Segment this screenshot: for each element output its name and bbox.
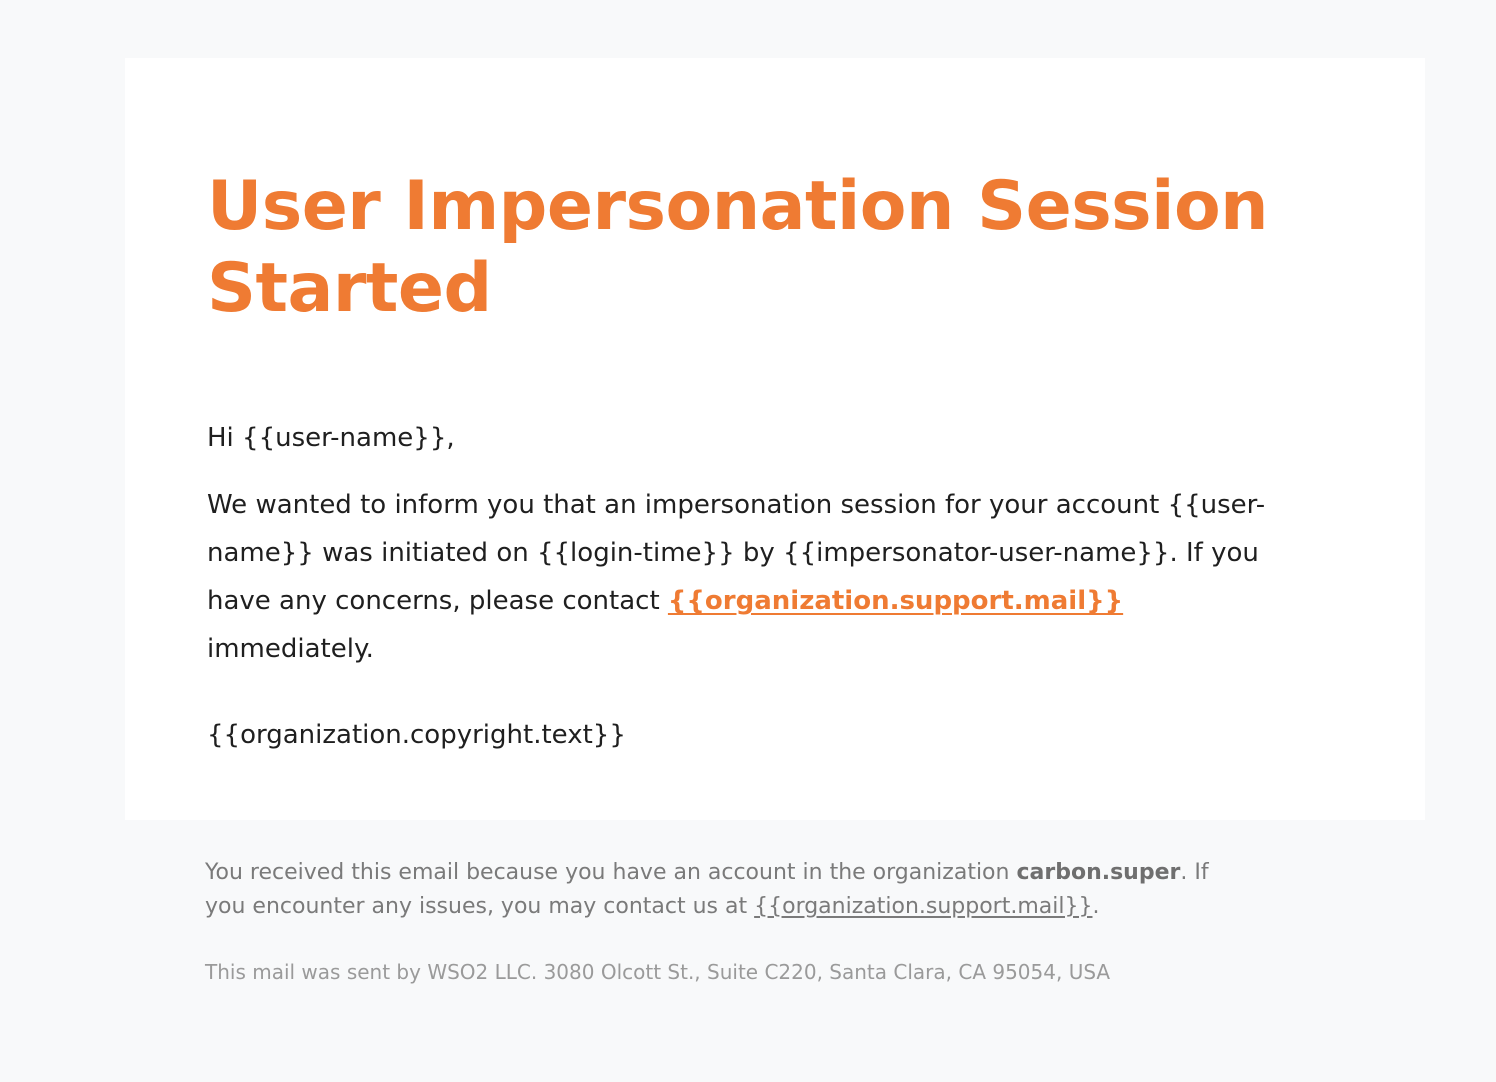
body-line-3-text: have any concerns, please contact (207, 586, 668, 616)
email-card: User Impersonation Session Started Hi {{… (125, 58, 1425, 820)
footer-support-mail-link[interactable]: {{organization.support.mail}} (754, 894, 1092, 919)
body-line-2: name}} was initiated on {{login-time}} b… (207, 538, 1259, 568)
support-mail-link[interactable]: {{organization.support.mail}} (668, 586, 1123, 616)
footer-line-1-suffix: . If (1180, 860, 1209, 885)
email-title: User Impersonation Session Started (207, 167, 1269, 328)
footer-line-2: you encounter any issues, you may contac… (205, 890, 1365, 924)
copyright-text: {{organization.copyright.text}} (207, 720, 626, 750)
body-line-3: have any concerns, please contact {{orga… (207, 577, 1367, 625)
organization-name: carbon.super (1016, 860, 1181, 885)
body-line-4: immediately. (207, 634, 374, 664)
footer-line-1: You received this email because you have… (205, 856, 1365, 890)
company-address: This mail was sent by WSO2 LLC. 3080 Olc… (205, 960, 1111, 984)
footer-line-1-text: You received this email because you have… (205, 860, 1017, 885)
greeting: Hi {{user-name}}, (207, 423, 455, 453)
footer-notice: You received this email because you have… (205, 856, 1365, 924)
footer-line-2-suffix: . (1092, 894, 1100, 919)
footer-line-2-text: you encounter any issues, you may contac… (205, 894, 755, 919)
body-line-1: We wanted to inform you that an imperson… (207, 490, 1266, 520)
email-body: We wanted to inform you that an imperson… (207, 481, 1367, 673)
